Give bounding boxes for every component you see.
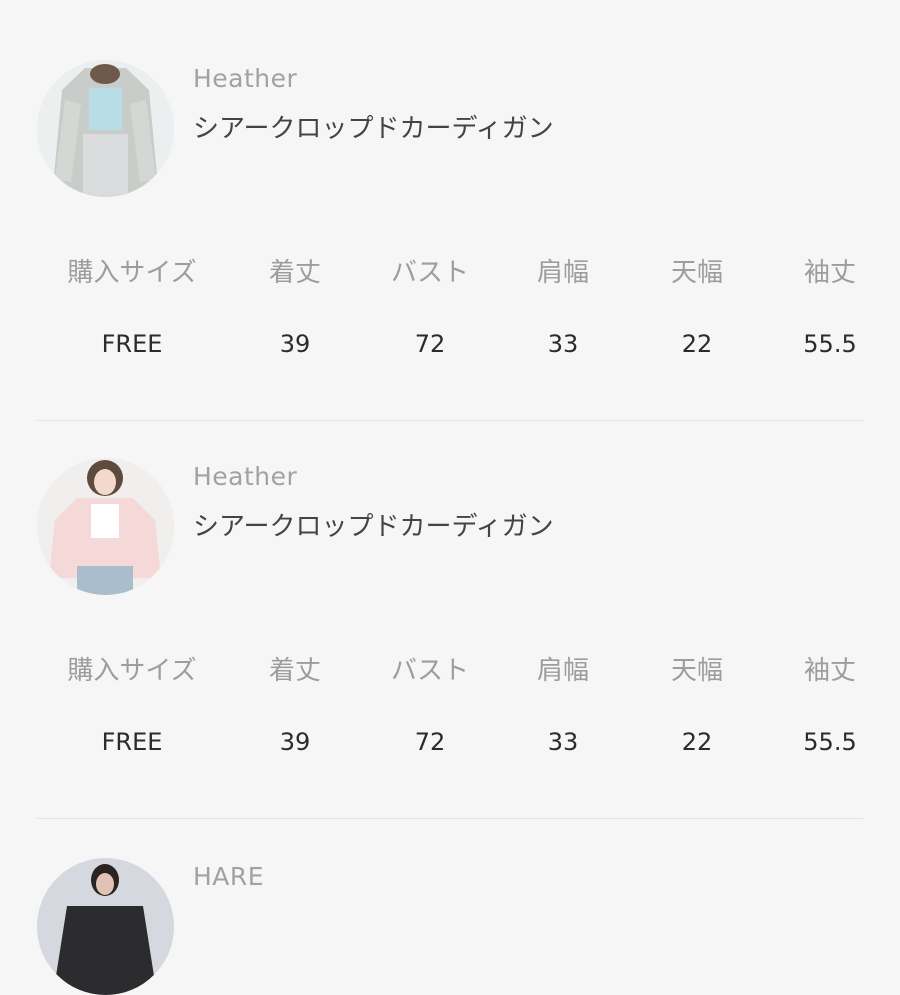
jacket-photo-icon — [37, 858, 174, 995]
product-name[interactable]: シアークロップドカーディガン — [193, 108, 554, 145]
product-thumbnail[interactable] — [37, 60, 174, 197]
header-sleeve: 袖丈 — [803, 656, 856, 686]
divider — [37, 420, 863, 421]
header-size: 購入サイズ — [67, 656, 197, 686]
brand-name: Heather — [193, 64, 298, 93]
value-size: FREE — [101, 330, 163, 358]
value-size: FREE — [101, 728, 163, 756]
product-thumbnail[interactable] — [37, 858, 174, 995]
value-sleeve: 55.5 — [803, 330, 857, 358]
header-sleeve: 袖丈 — [803, 258, 856, 288]
product-thumbnail[interactable] — [37, 458, 174, 595]
cardigan-photo-icon — [37, 60, 174, 197]
brand-name: HARE — [193, 862, 265, 891]
divider — [37, 818, 863, 819]
cardigan-photo-icon — [37, 458, 174, 595]
product-name[interactable]: シアークロップドカーディガン — [193, 506, 554, 543]
header-size: 購入サイズ — [67, 258, 197, 288]
brand-name: Heather — [193, 462, 298, 491]
value-sleeve: 55.5 — [803, 728, 857, 756]
